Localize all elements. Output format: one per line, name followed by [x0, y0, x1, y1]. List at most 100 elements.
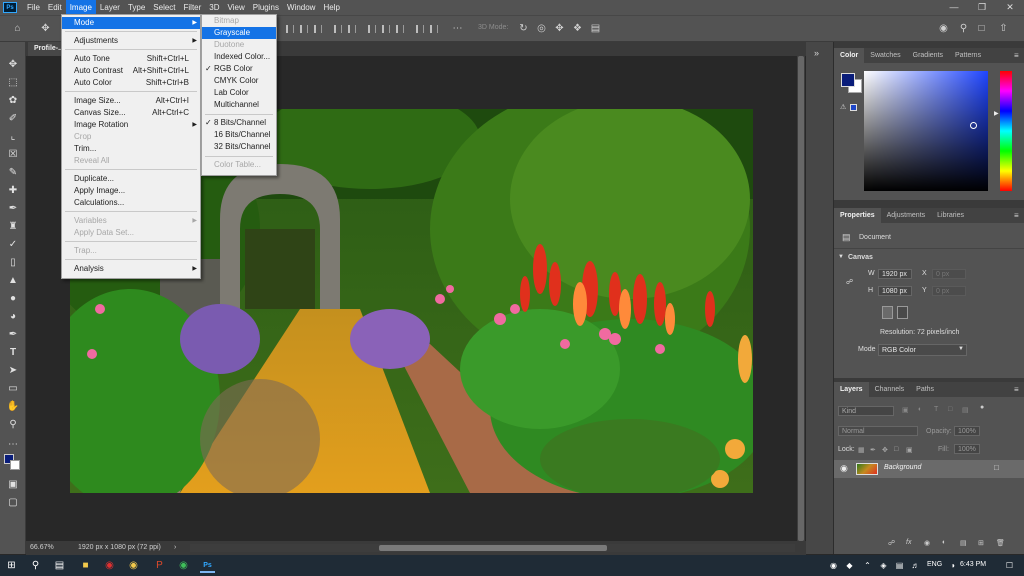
rectangle-icon[interactable]: ▭: [5, 382, 21, 396]
clock[interactable]: 6:43 PM: [960, 561, 986, 568]
new-adjustment-icon[interactable]: ◐: [942, 539, 946, 546]
canvas-collapse-icon[interactable]: ▼: [838, 254, 844, 260]
taskbar-search-icon[interactable]: ⚲: [28, 558, 43, 573]
bluetooth-icon[interactable]: ◈: [876, 558, 891, 573]
filter-toggle-icon[interactable]: ●: [980, 404, 984, 411]
distribute-top-icon[interactable]: [416, 25, 424, 33]
layer-filter-kind[interactable]: Kind: [838, 406, 894, 416]
add-mask-icon[interactable]: ◉: [924, 539, 930, 547]
visibility-eye-icon[interactable]: ◉: [840, 463, 848, 474]
mode-item-16-bits-channel[interactable]: 16 Bits/Channel: [202, 129, 276, 141]
windows-start-icon[interactable]: ⊞: [4, 558, 19, 573]
align-center-icon[interactable]: [300, 25, 308, 33]
lasso-icon[interactable]: ✿: [5, 94, 21, 108]
3d-slide-icon[interactable]: ❖: [572, 23, 583, 34]
mode-item-32-bits-channel[interactable]: 32 Bits/Channel: [202, 141, 276, 153]
mode-item-8-bits-channel[interactable]: ✓ 8 Bits/Channel: [202, 117, 276, 129]
paint-bucket-icon[interactable]: ▲: [5, 274, 21, 288]
quick-mask-icon[interactable]: ▣: [5, 478, 21, 492]
type-icon[interactable]: T: [5, 346, 21, 360]
menu-image[interactable]: Image: [65, 0, 96, 15]
menu-plugins[interactable]: Plugins: [249, 0, 283, 15]
menu-item-canvas-size[interactable]: Canvas Size... Alt+Ctrl+C: [62, 107, 200, 119]
mode-select[interactable]: RGB Color: [878, 344, 967, 356]
align-middle-icon[interactable]: [348, 25, 356, 33]
photoshop-logo-icon[interactable]: Ps: [3, 2, 17, 13]
tab-libraries[interactable]: Libraries: [931, 208, 970, 223]
frame-icon[interactable]: ☒: [5, 148, 21, 162]
menu-window[interactable]: Window: [283, 0, 319, 15]
wifi-icon[interactable]: ◑: [945, 558, 960, 573]
distribute-right-icon[interactable]: [396, 25, 404, 33]
align-right-icon[interactable]: [314, 25, 322, 33]
mode-item-grayscale[interactable]: Grayscale: [202, 27, 276, 39]
volume-icon[interactable]: ♬: [908, 558, 923, 573]
minimize-icon[interactable]: —: [940, 0, 968, 15]
blend-mode-select[interactable]: Normal: [838, 426, 918, 436]
quick-select-icon[interactable]: ✐: [5, 112, 21, 126]
layers-menu-icon[interactable]: ≡: [1014, 385, 1019, 394]
layer-style-icon[interactable]: fx: [906, 539, 911, 546]
height-field[interactable]: 1080 px: [878, 286, 912, 296]
delete-layer-icon[interactable]: 🗑: [996, 539, 1005, 547]
new-layer-icon[interactable]: ⊞: [978, 539, 984, 547]
lock-all-icon[interactable]: ▣: [906, 446, 913, 454]
menu-item-adjustments[interactable]: Adjustments ▶: [62, 35, 200, 47]
link-dimensions-icon[interactable]: ☍: [846, 278, 853, 286]
menu-select[interactable]: Select: [149, 0, 179, 15]
menu-layer[interactable]: Layer: [96, 0, 124, 15]
app-red-icon[interactable]: ◉: [102, 558, 117, 573]
align-top-icon[interactable]: [334, 25, 342, 33]
path-select-icon[interactable]: ➤: [5, 364, 21, 378]
mode-item-lab-color[interactable]: Lab Color: [202, 87, 276, 99]
filter-shape-icon[interactable]: □: [948, 406, 952, 413]
mode-item-indexed-color[interactable]: Indexed Color...: [202, 51, 276, 63]
tray-chevron-icon[interactable]: ⌃: [860, 558, 875, 573]
menu-file[interactable]: File: [23, 0, 44, 15]
menu-item-auto-color[interactable]: Auto Color Shift+Ctrl+B: [62, 77, 200, 89]
tab-color[interactable]: Color: [834, 48, 865, 63]
menu-item-apply-image[interactable]: Apply Image...: [62, 185, 200, 197]
search-icon[interactable]: ⚲: [958, 23, 969, 34]
chrome-icon[interactable]: ◉: [126, 558, 141, 573]
marquee-icon[interactable]: ⬚: [5, 76, 21, 90]
status-chevron-icon[interactable]: ›: [174, 541, 176, 555]
home-icon[interactable]: ⌂: [12, 23, 23, 34]
menu-type[interactable]: Type: [124, 0, 149, 15]
share-export-icon[interactable]: ⇧: [998, 23, 1009, 34]
color-field[interactable]: [864, 71, 988, 191]
lock-move-icon[interactable]: ✥: [882, 446, 888, 454]
horizontal-scrollbar[interactable]: [190, 544, 795, 552]
eraser-icon[interactable]: ▯: [5, 256, 21, 270]
tab-paths[interactable]: Paths: [910, 382, 940, 397]
3d-scale-icon[interactable]: ▤: [590, 23, 601, 34]
hue-slider-handle-icon[interactable]: ▶: [994, 110, 999, 117]
blur-icon[interactable]: ●: [5, 292, 21, 306]
menu-item-trim[interactable]: Trim...: [62, 143, 200, 155]
mode-chevron-icon[interactable]: ▼: [958, 346, 964, 352]
screen-mode-icon[interactable]: ▢: [5, 496, 21, 510]
network-icon[interactable]: ▤: [892, 558, 907, 573]
menu-item-duplicate[interactable]: Duplicate...: [62, 173, 200, 185]
vertical-scroll-thumb[interactable]: [798, 56, 804, 541]
distribute-bottom-icon[interactable]: [430, 25, 438, 33]
menu-item-calculations[interactable]: Calculations...: [62, 197, 200, 209]
tray-app-icon[interactable]: ◆: [842, 558, 857, 573]
foreground-color-chip[interactable]: [841, 73, 855, 87]
close-icon[interactable]: ✕: [996, 0, 1024, 15]
menu-item-image-size[interactable]: Image Size... Alt+Ctrl+I: [62, 95, 200, 107]
edit-toolbar-icon[interactable]: ⋯: [5, 438, 21, 452]
menu-item-auto-contrast[interactable]: Auto Contrast Alt+Shift+Ctrl+L: [62, 65, 200, 77]
link-layers-icon[interactable]: ☍: [888, 539, 895, 547]
distribute-left-icon[interactable]: [368, 25, 376, 33]
more-options-icon[interactable]: ⋯: [452, 23, 463, 34]
tray-app-icon[interactable]: ◉: [826, 558, 841, 573]
new-group-icon[interactable]: ▤: [960, 539, 967, 547]
menu-3d[interactable]: 3D: [205, 0, 223, 15]
zoom-icon[interactable]: ⚲: [5, 418, 21, 432]
3d-pan-icon[interactable]: ✥: [554, 23, 565, 34]
y-field[interactable]: 0 px: [932, 286, 966, 296]
distribute-center-icon[interactable]: [382, 25, 390, 33]
mode-item-multichannel[interactable]: Multichannel: [202, 99, 276, 111]
menu-help[interactable]: Help: [319, 0, 343, 15]
